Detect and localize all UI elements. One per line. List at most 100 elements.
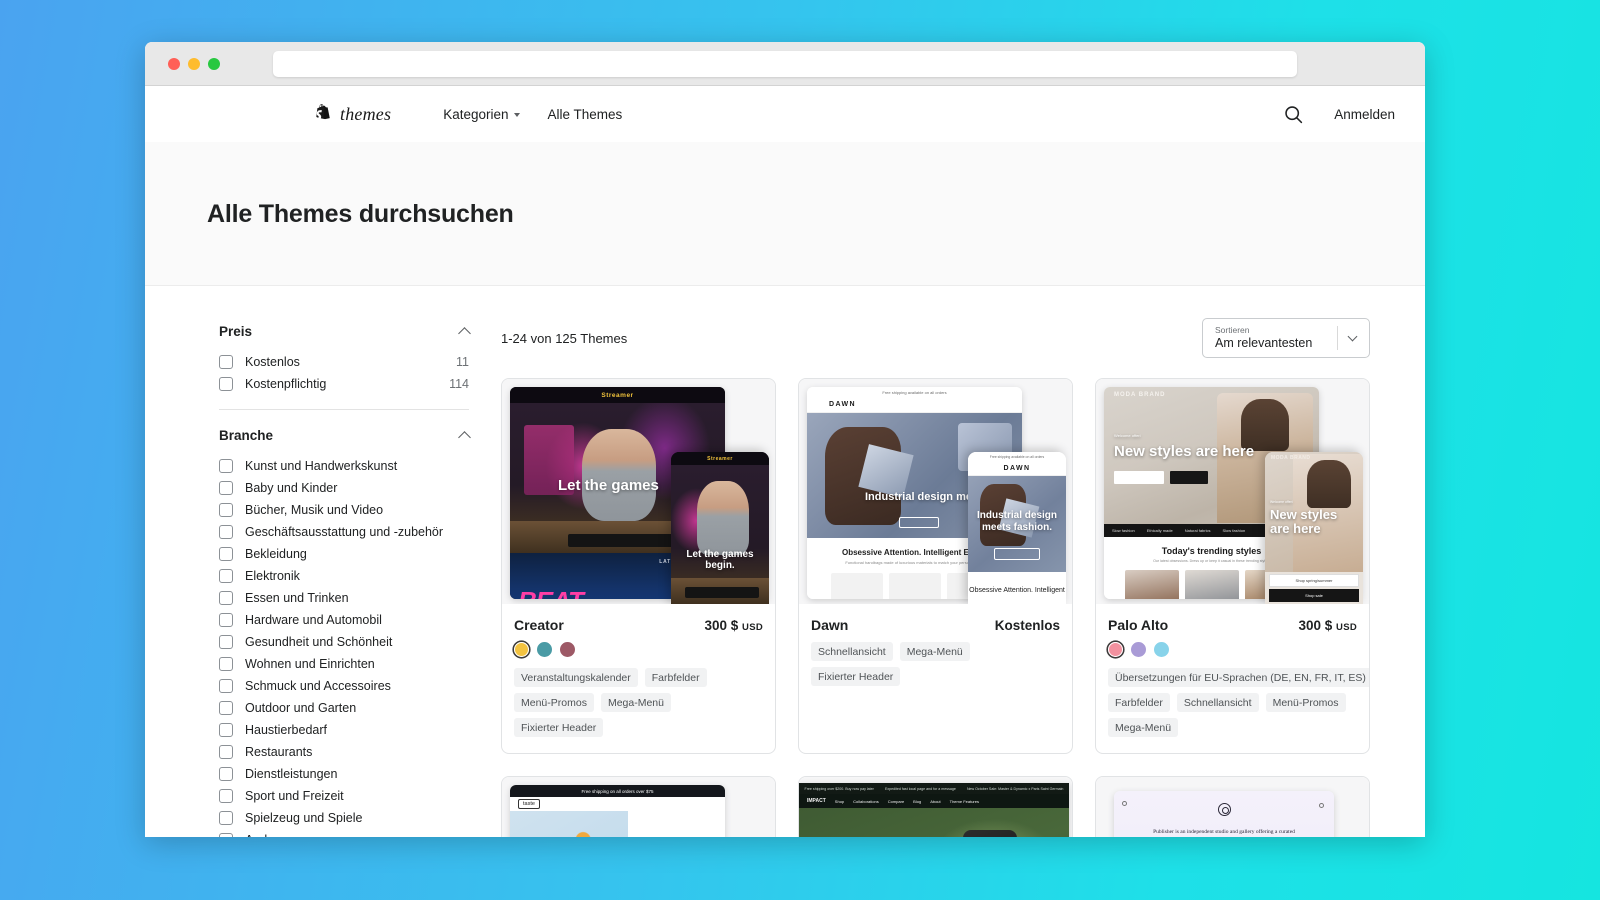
color-swatch[interactable] <box>560 642 575 657</box>
chevron-up-icon <box>458 431 471 444</box>
theme-name: Palo Alto <box>1108 617 1168 633</box>
filter-option-branche-5[interactable]: Elektronik <box>207 565 479 587</box>
mock-header-bar: MODA BRAND <box>1104 387 1319 403</box>
results-panel: 1-24 von 125 Themes Sortieren Am relevan… <box>479 308 1370 837</box>
theme-preview-image: MODA BRAND Welcome offeri New styles are… <box>1096 379 1369 604</box>
filter-option-branche-1[interactable]: Baby und Kinder <box>207 477 479 499</box>
theme-card-impact[interactable]: Free shipping over $200. Buy now pay lat… <box>798 776 1073 837</box>
filter-option-branche-3[interactable]: Geschäftsausstattung und -zubehör <box>207 521 479 543</box>
filter-group-title: Branche <box>219 428 273 443</box>
filter-option-branche-9[interactable]: Wohnen und Einrichten <box>207 653 479 675</box>
mock-intro: Publisher is an independent studio and g… <box>1114 828 1334 837</box>
color-swatch[interactable] <box>1131 642 1146 657</box>
checkbox[interactable] <box>219 635 233 649</box>
checkbox[interactable] <box>219 701 233 715</box>
mock-header-bar: DAWN <box>807 397 1022 413</box>
nav-item-alle-themes[interactable]: Alle Themes <box>548 107 623 122</box>
theme-card-publisher[interactable]: Publisher is an independent studio and g… <box>1095 776 1370 837</box>
filter-option-kostenpflichtig[interactable]: Kostenpflichtig 114 <box>207 373 479 395</box>
checkbox[interactable] <box>219 767 233 781</box>
chevron-down-icon[interactable] <box>1348 331 1358 341</box>
filter-option-branche-10[interactable]: Schmuck und Accessoires <box>207 675 479 697</box>
filter-option-branche-2[interactable]: Bücher, Musik und Video <box>207 499 479 521</box>
filter-option-label: Sport und Freizeit <box>245 789 344 803</box>
filter-option-branche-15[interactable]: Sport und Freizeit <box>207 785 479 807</box>
checkbox[interactable] <box>219 525 233 539</box>
address-bar[interactable] <box>273 51 1297 77</box>
color-swatch[interactable] <box>537 642 552 657</box>
checkbox[interactable] <box>219 613 233 627</box>
checkbox[interactable] <box>219 789 233 803</box>
filter-group-header-preis[interactable]: Preis <box>207 320 479 351</box>
theme-card-dawn[interactable]: Free shipping available on all orders DA… <box>798 378 1073 754</box>
filter-option-branche-4[interactable]: Bekleidung <box>207 543 479 565</box>
filter-option-branche-6[interactable]: Essen und Trinken <box>207 587 479 609</box>
nav-item-kategorien[interactable]: Kategorien <box>443 107 519 122</box>
maximize-window-button[interactable] <box>208 58 220 70</box>
filter-option-branche-8[interactable]: Gesundheit und Schönheit <box>207 631 479 653</box>
filter-option-kostenlos[interactable]: Kostenlos 11 <box>207 351 479 373</box>
filter-group-header-branche[interactable]: Branche <box>207 424 479 455</box>
checkbox[interactable] <box>219 503 233 517</box>
checkbox[interactable] <box>219 657 233 671</box>
filter-option-branche-11[interactable]: Outdoor und Garten <box>207 697 479 719</box>
filter-option-branche-16[interactable]: Spielzeug und Spiele <box>207 807 479 829</box>
search-icon <box>1122 801 1127 806</box>
color-swatch[interactable] <box>1154 642 1169 657</box>
theme-card-heading: Palo Alto 300 $ USD <box>1108 617 1357 633</box>
mock-brand: Streamer <box>707 456 733 462</box>
close-window-button[interactable] <box>168 58 180 70</box>
filter-option-branche-13[interactable]: Restaurants <box>207 741 479 763</box>
filter-option-branche-0[interactable]: Kunst und Handwerkskunst <box>207 455 479 477</box>
filter-option-branche-7[interactable]: Hardware und Automobil <box>207 609 479 631</box>
theme-card-creator[interactable]: Streamer Let the games LATEST VIDEOS <box>501 378 776 754</box>
theme-tag: Farbfelder <box>645 668 707 687</box>
desktop-mock: Free shipping on all orders over $75 tas… <box>510 785 725 837</box>
color-swatch[interactable] <box>1108 642 1123 657</box>
theme-card-palo-alto[interactable]: MODA BRAND Welcome offeri New styles are… <box>1095 378 1370 754</box>
filter-sidebar: Preis Kostenlos 11 Kostenpflichtig 114 B… <box>207 308 479 837</box>
filter-option-list-branche: Kunst und Handwerkskunst Baby und Kinder B… <box>207 455 479 837</box>
checkbox[interactable] <box>219 459 233 473</box>
theme-tag: Schnellansicht <box>811 642 893 661</box>
color-swatch[interactable] <box>514 642 529 657</box>
mock-brand: IMPACT <box>807 798 826 804</box>
theme-tag: Mega-Menü <box>1108 718 1178 737</box>
filter-group-title: Preis <box>219 324 252 339</box>
sort-select[interactable]: Sortieren Am relevantesten <box>1202 318 1370 358</box>
search-icon[interactable] <box>1283 104 1304 125</box>
checkbox[interactable] <box>219 481 233 495</box>
filter-option-label: Dienstleistungen <box>245 767 337 781</box>
checkbox[interactable] <box>219 833 233 837</box>
checkbox[interactable] <box>219 355 233 369</box>
checkbox[interactable] <box>219 377 233 391</box>
filter-option-label: Kostenlos <box>245 355 300 369</box>
checkbox[interactable] <box>219 591 233 605</box>
checkbox[interactable] <box>219 547 233 561</box>
filter-option-branche-14[interactable]: Dienstleistungen <box>207 763 479 785</box>
filter-option-label: Geschäftsausstattung und -zubehör <box>245 525 443 539</box>
sort-texts: Sortieren Am relevantesten <box>1215 325 1312 351</box>
checkbox[interactable] <box>219 723 233 737</box>
filter-option-branche-12[interactable]: Haustierbedarf <box>207 719 479 741</box>
theme-card-taste[interactable]: Free shipping on all orders over $75 tas… <box>501 776 776 837</box>
theme-tags: Schnellansicht Mega-Menü Fixierter Heade… <box>811 642 1060 686</box>
checkbox[interactable] <box>219 745 233 759</box>
mock-brand: taste <box>518 799 540 809</box>
filter-option-branche-17[interactable]: Andere <box>207 829 479 837</box>
checkbox[interactable] <box>219 569 233 583</box>
checkbox[interactable] <box>219 811 233 825</box>
sidebar-divider <box>219 409 469 410</box>
mobile-mock: Streamer Let the games begin. <box>671 452 769 604</box>
brand-logo[interactable]: themes <box>313 104 391 125</box>
filter-option-label: Elektronik <box>245 569 300 583</box>
filter-option-label: Bücher, Musik und Video <box>245 503 383 517</box>
theme-preview-image: Publisher is an independent studio and g… <box>1096 777 1369 837</box>
theme-tag: Mega-Menü <box>601 693 671 712</box>
theme-price: Kostenlos <box>995 618 1060 633</box>
minimize-window-button[interactable] <box>188 58 200 70</box>
checkbox[interactable] <box>219 679 233 693</box>
desktop-mock: Publisher is an independent studio and g… <box>1114 791 1334 837</box>
filter-option-label: Baby und Kinder <box>245 481 337 495</box>
signin-link[interactable]: Anmelden <box>1334 107 1395 122</box>
